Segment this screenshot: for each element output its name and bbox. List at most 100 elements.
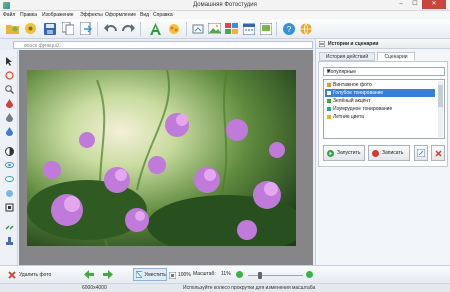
lens-tool-icon[interactable] bbox=[4, 174, 14, 184]
list-scrollbar[interactable] bbox=[438, 81, 443, 137]
vignette-tool-icon[interactable] bbox=[4, 202, 14, 212]
title-bar: Домашняя Фотостудия – ☐ ✕ bbox=[0, 0, 450, 11]
copy-icon[interactable] bbox=[60, 21, 75, 36]
list-item[interactable]: Летние цвета bbox=[325, 113, 435, 121]
zoom-caption: Масштаб: bbox=[193, 271, 216, 277]
delete-photo-button[interactable]: Удалить фото bbox=[8, 269, 51, 281]
scenario-icon bbox=[327, 83, 331, 87]
brush-tool-icon[interactable] bbox=[4, 112, 14, 122]
prev-arrow-icon[interactable] bbox=[84, 270, 94, 279]
magnifier-tool-icon[interactable] bbox=[4, 84, 14, 94]
edit-icon bbox=[417, 149, 425, 157]
fit-icon bbox=[136, 271, 143, 278]
zoom-value: 11% bbox=[221, 271, 231, 277]
scenarios-tab-body: Популярные ▾ Винтажное фото Голубое тони… bbox=[318, 61, 448, 167]
next-arrow-icon[interactable] bbox=[103, 270, 113, 279]
menu-help[interactable]: Справка bbox=[153, 12, 173, 18]
panel-empty-area bbox=[318, 169, 448, 263]
search-input[interactable]: ⌕ поиск функций... bbox=[13, 41, 313, 49]
scenario-icon bbox=[327, 115, 331, 119]
record-scenario-button[interactable]: Записать bbox=[368, 145, 410, 161]
effects-icon[interactable] bbox=[166, 21, 181, 36]
list-item[interactable]: Зелёный акцент bbox=[325, 97, 435, 105]
blue-drop-tool-icon[interactable] bbox=[4, 126, 14, 136]
list-item[interactable]: Винтажное фото bbox=[325, 81, 435, 89]
panel-header: Истории и сценарии bbox=[316, 39, 450, 49]
menu-effects[interactable]: Эффекты bbox=[80, 12, 103, 18]
undo-icon[interactable] bbox=[103, 21, 118, 36]
search-row: ⌕ поиск функций... bbox=[1, 40, 313, 50]
delete-x-icon bbox=[434, 149, 442, 157]
record-icon bbox=[372, 149, 379, 157]
scenario-icon bbox=[327, 107, 331, 111]
apply-scenario-button[interactable]: Запустить bbox=[323, 145, 365, 161]
edit-scenario-button[interactable] bbox=[414, 145, 428, 161]
tab-history[interactable]: История действий bbox=[319, 52, 375, 61]
card-icon[interactable] bbox=[258, 21, 273, 36]
minimize-button[interactable]: – bbox=[394, 0, 408, 9]
export-icon[interactable] bbox=[78, 21, 93, 36]
window-title: Домашняя Фотостудия bbox=[193, 2, 257, 8]
scenario-icon bbox=[327, 99, 331, 103]
main-toolbar: ? bbox=[0, 19, 450, 39]
help-icon[interactable]: ? bbox=[281, 21, 296, 36]
delete-photo-label: Удалить фото bbox=[19, 272, 52, 278]
menu-edit[interactable]: Правка bbox=[20, 12, 37, 18]
close-button[interactable]: ✕ bbox=[422, 0, 446, 9]
record-label: Записать bbox=[382, 150, 404, 156]
pointer-tool-icon[interactable] bbox=[4, 56, 14, 66]
scenario-icon bbox=[327, 91, 331, 95]
play-icon bbox=[327, 149, 334, 157]
print-disk-icon[interactable] bbox=[23, 21, 38, 36]
fit-button[interactable]: Уместить bbox=[133, 268, 167, 281]
zoom-100-button[interactable]: 100% bbox=[169, 270, 191, 280]
blur-tool-icon[interactable] bbox=[4, 188, 14, 198]
stamp-tool-icon[interactable] bbox=[4, 236, 14, 246]
maximize-button[interactable]: ☐ bbox=[408, 0, 422, 9]
history-scenarios-panel: Истории и сценарии История действий Сцен… bbox=[315, 39, 450, 265]
redo-icon[interactable] bbox=[121, 21, 136, 36]
link-tool-icon[interactable] bbox=[4, 222, 14, 232]
scenario-list: Винтажное фото Голубое тонирование Зелён… bbox=[323, 79, 445, 139]
red-drop-tool-icon[interactable] bbox=[4, 98, 14, 108]
save-icon[interactable] bbox=[42, 21, 57, 36]
globe-icon[interactable] bbox=[298, 21, 313, 36]
calendar-icon[interactable] bbox=[241, 21, 256, 36]
toolbar-divider bbox=[276, 22, 277, 36]
search-placeholder: поиск функций... bbox=[24, 43, 63, 49]
menu-decoration[interactable]: Оформление bbox=[105, 12, 136, 18]
list-item-selected[interactable]: Голубое тонирование bbox=[325, 89, 435, 97]
menu-bar: Файл Правка Изображение Эффекты Оформлен… bbox=[0, 11, 450, 19]
open-folder-icon[interactable] bbox=[5, 21, 20, 36]
toolbar-divider bbox=[97, 22, 98, 36]
zoom-in-button[interactable] bbox=[306, 271, 313, 278]
status-hint: Используйте колесо прокрутки для изменен… bbox=[183, 285, 316, 291]
bottom-toolbar: Удалить фото Уместить 100% Масштаб: 11% bbox=[0, 265, 450, 283]
image-frame-icon[interactable] bbox=[207, 21, 222, 36]
collage-icon[interactable] bbox=[224, 21, 239, 36]
scroll-thumb[interactable] bbox=[438, 85, 443, 107]
text-icon[interactable] bbox=[148, 21, 163, 36]
rotate-icon[interactable] bbox=[190, 21, 205, 36]
delete-scenario-button[interactable] bbox=[431, 145, 445, 161]
image-dimensions: 6000x4000 bbox=[82, 285, 107, 291]
zoom-out-button[interactable] bbox=[236, 271, 243, 278]
zoom-slider-thumb[interactable] bbox=[258, 272, 263, 279]
contrast-tool-icon[interactable] bbox=[4, 146, 14, 156]
eye-tool-icon[interactable] bbox=[4, 160, 14, 170]
panel-collapse-icon[interactable] bbox=[319, 41, 325, 47]
scenario-category-select[interactable]: Популярные ▾ bbox=[323, 67, 445, 76]
zoom-slider-track[interactable] bbox=[248, 275, 303, 276]
toolbar-divider bbox=[186, 22, 187, 36]
svg-text:?: ? bbox=[286, 25, 291, 34]
status-bar: 6000x4000 Используйте колесо прокрутки д… bbox=[0, 283, 450, 292]
chevron-down-icon: ▾ bbox=[327, 69, 331, 75]
list-item[interactable]: Изумрудное тонирование bbox=[325, 105, 435, 113]
menu-image[interactable]: Изображение bbox=[42, 12, 74, 18]
photo-preview[interactable] bbox=[27, 70, 296, 246]
crop-tool-icon[interactable] bbox=[4, 70, 14, 80]
tab-scenarios[interactable]: Сценарии bbox=[377, 52, 415, 61]
menu-view[interactable]: Вид bbox=[140, 12, 149, 18]
menu-file[interactable]: Файл bbox=[3, 12, 15, 18]
toolbar-divider bbox=[140, 22, 141, 36]
